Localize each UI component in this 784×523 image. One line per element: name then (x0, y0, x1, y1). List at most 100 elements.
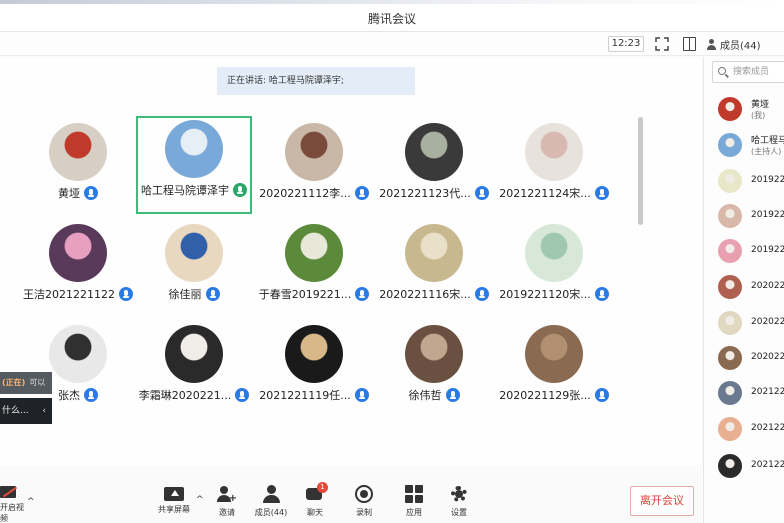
apps-button[interactable]: 应用 (392, 484, 436, 518)
microphone-icon (84, 186, 98, 200)
member-list-item[interactable]: 202022 (718, 273, 784, 303)
share-options-caret[interactable]: ^ (196, 495, 204, 505)
member-avatar (718, 239, 742, 263)
participant-tile[interactable]: 2020221129张... (496, 321, 612, 419)
settings-button[interactable]: 设置 (437, 484, 481, 518)
chat-popup[interactable]: (正在) 可以 什么... ‹ (0, 372, 52, 424)
participant-tile[interactable]: 于春雪2019221... (256, 220, 372, 318)
participant-tile[interactable]: 徐佳丽 (136, 220, 252, 318)
fullscreen-icon[interactable] (655, 37, 669, 51)
chat-badge: 1 (317, 482, 328, 493)
participant-tile[interactable]: 2020221112李... (256, 119, 372, 217)
member-avatar (718, 133, 742, 157)
share-screen-button[interactable]: 共享屏幕 (152, 484, 196, 515)
record-button[interactable]: 录制 (342, 484, 386, 518)
record-icon (354, 484, 374, 504)
member-avatar (718, 346, 742, 370)
video-options-caret[interactable]: ^ (27, 497, 35, 507)
member-name: 202022 (751, 281, 784, 291)
members-tab[interactable]: 成员(44) (706, 37, 761, 52)
microphone-icon (205, 287, 220, 301)
participant-tile[interactable]: 2020221116宋... (376, 220, 492, 318)
member-avatar (718, 204, 742, 228)
participant-name: 王洁2021221122 (23, 288, 115, 301)
members-button[interactable]: 成员(44) (249, 484, 293, 518)
microphone-icon (474, 287, 489, 301)
participant-avatar (285, 123, 343, 181)
chat-button[interactable]: 1 聊天 (293, 482, 337, 518)
participant-tile[interactable]: 徐伟哲 (376, 321, 492, 419)
participant-name: 2020221116宋... (379, 288, 471, 301)
top-toolbar: 12:23 成员(44) (0, 32, 784, 56)
meeting-control-bar: 开启视频 ^ 共享屏幕 ^ + 邀请 成员(44) 1 聊天 录制 应用 设置 … (0, 472, 702, 523)
participant-name-row: 黄垭 (20, 185, 136, 201)
member-list-item[interactable]: 201922 (718, 167, 784, 197)
member-list-item[interactable]: 202022 (718, 344, 784, 374)
participant-name: 李霜琳2020221... (138, 389, 232, 402)
participant-avatar (405, 224, 463, 282)
participant-name: 张杰 (58, 389, 80, 402)
member-list-item[interactable]: 202122 (718, 379, 784, 409)
member-name: 202022 (751, 352, 784, 362)
participant-tile[interactable]: 2021221124宋... (496, 119, 612, 217)
microphone-icon (84, 388, 98, 402)
popup-message[interactable]: 什么... ‹ (0, 398, 52, 424)
participant-name-row: 徐伟哲 (376, 387, 492, 403)
microphone-icon (233, 183, 247, 197)
member-list-item[interactable]: 哈工程马 (主持人) (718, 131, 784, 161)
window-title: 腾讯会议 (367, 12, 416, 26)
microphone-icon (354, 186, 369, 200)
title-bar-accent (0, 0, 784, 4)
participant-tile[interactable]: 李霜琳2020221... (136, 321, 252, 419)
person-icon (706, 39, 717, 50)
video-button[interactable]: 开启视频 (0, 486, 28, 523)
member-name: 202122 (751, 387, 784, 397)
member-avatar (718, 311, 742, 335)
participant-name: 黄垭 (58, 187, 80, 200)
gallery-scrollbar[interactable] (638, 117, 643, 225)
microphone-icon (594, 287, 609, 301)
chat-icon: 1 (305, 482, 328, 504)
participant-name: 哈工程马院谭泽宇 (141, 184, 229, 197)
share-screen-icon (164, 487, 184, 501)
participant-name: 徐伟哲 (408, 389, 442, 402)
participant-tile[interactable]: 黄垭 (20, 119, 136, 217)
member-list-item[interactable]: 202022 (718, 309, 784, 339)
participant-name-row: 于春雪2019221... (256, 286, 372, 302)
add-person-icon: + (217, 484, 237, 504)
chevron-left-icon[interactable]: ‹ (42, 398, 46, 424)
participant-tile[interactable]: 2021221119任... (256, 321, 372, 419)
microphone-icon (594, 388, 609, 402)
member-list-item[interactable]: 201922 (718, 202, 784, 232)
invite-button[interactable]: + 邀请 (205, 484, 249, 518)
participant-avatar (525, 325, 583, 383)
participant-avatar (49, 224, 107, 282)
participant-name: 2021221123代... (379, 187, 471, 200)
leave-meeting-button[interactable]: 离开会议 (630, 486, 694, 516)
participant-avatar (165, 325, 223, 383)
meeting-clock: 12:23 (608, 36, 644, 52)
participant-name: 2021221124宋... (499, 187, 591, 200)
member-list-item[interactable]: 202122 (718, 415, 784, 445)
participant-tile[interactable]: 2019221120宋... (496, 220, 612, 318)
participant-avatar (405, 123, 463, 181)
participant-tile[interactable]: 哈工程马院谭泽宇 (136, 116, 252, 214)
member-search-input[interactable]: 搜索成员 (712, 61, 784, 83)
tencent-meeting-window: 腾讯会议 12:23 成员(44) 正在讲话: 哈工程马院谭泽宇; 黄垭 哈工程马… (0, 0, 784, 523)
participant-avatar (49, 123, 107, 181)
participant-tile[interactable]: 王洁2021221122 (20, 220, 136, 318)
member-list-item[interactable]: 黄垭 (我) (718, 95, 784, 125)
member-list-item[interactable]: 202122 (718, 452, 784, 482)
participant-avatar (285, 224, 343, 282)
participant-name: 2021221119任... (259, 389, 351, 402)
microphone-icon (355, 287, 370, 301)
microphone-icon (119, 287, 133, 301)
member-list-item[interactable]: 201922 (718, 237, 784, 267)
member-name: 202122 (751, 423, 784, 433)
layout-toggle-icon[interactable] (683, 37, 696, 51)
participant-avatar (165, 120, 223, 178)
title-bar: 腾讯会议 (0, 0, 784, 32)
member-avatar (718, 417, 742, 441)
participant-tile[interactable]: 2021221123代... (376, 119, 492, 217)
member-name: 202122 (751, 460, 784, 470)
